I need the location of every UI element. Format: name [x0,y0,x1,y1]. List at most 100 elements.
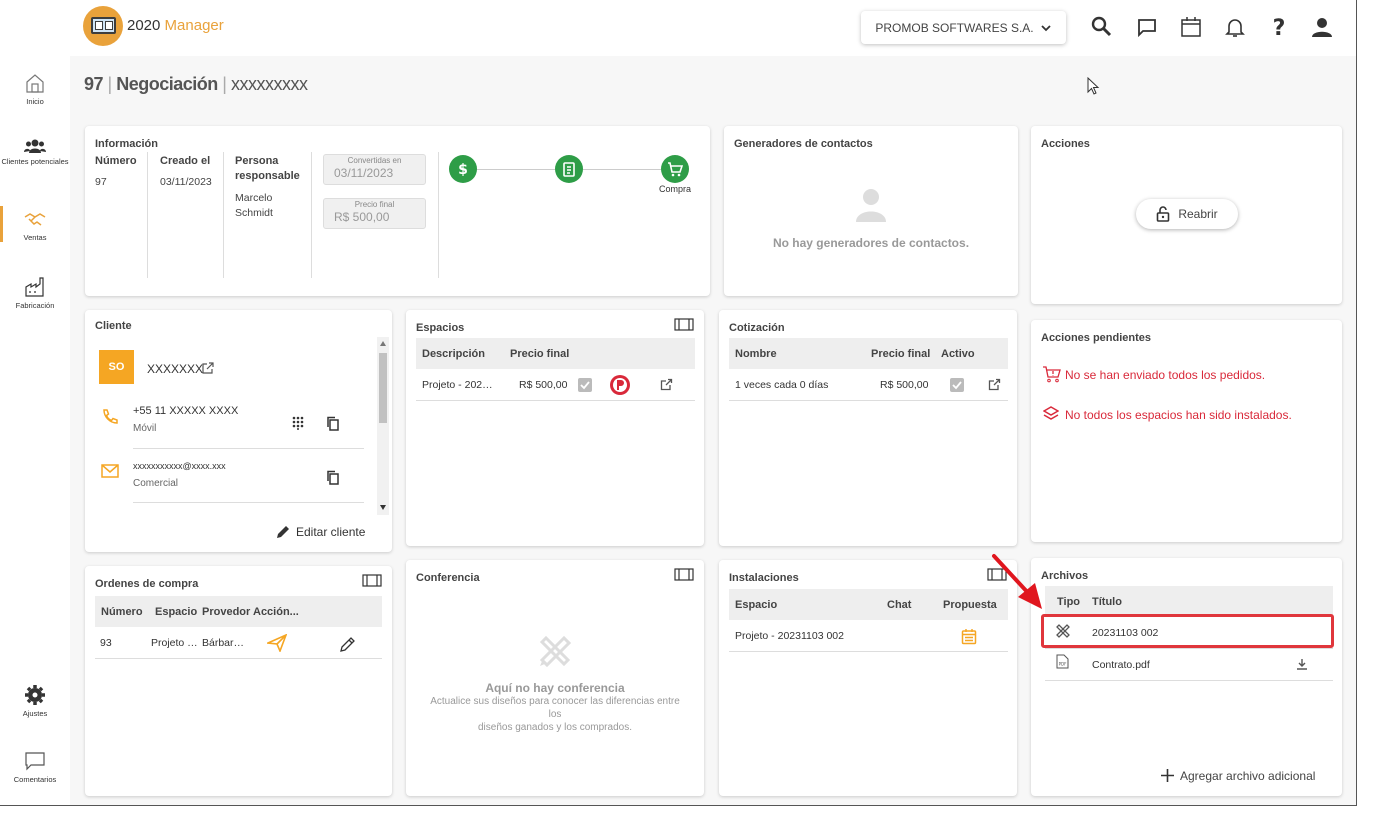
reabrir-button[interactable]: Reabrir [1136,199,1238,229]
search-icon[interactable] [1090,15,1114,39]
espacios-title: Espacios [416,322,465,334]
email-icon [101,464,119,478]
generadores-card: Generadores de contactos No hay generado… [724,126,1018,296]
generadores-title: Generadores de contactos [734,138,873,150]
col-header: Provedor [202,606,251,618]
scroll-down-icon[interactable] [380,505,386,510]
step-payment[interactable]: $ [449,155,477,183]
app-window: 2020 Manager PROMOB SOFTWARES S.A. ? Ini… [0,0,1357,806]
orden-numero: 93 [100,637,112,649]
acciones-title: Acciones [1041,138,1090,150]
precio-field: Precio final R$ 500,00 [323,198,426,229]
persona-label-1: Persona [235,155,279,167]
avatar: SO [99,350,134,384]
cliente-email-type: Comercial [133,478,179,489]
creado-label: Creado el [160,155,211,167]
table-row[interactable]: 1 veces cada 0 días R$ 500,00 [729,369,1008,401]
phone-icon [103,409,118,424]
chat-icon[interactable] [1135,15,1159,39]
clipboard-icon [563,162,575,177]
deal-type: Negociación [116,74,218,94]
conferencia-empty-line2: los [548,709,562,720]
col-header: Acción... [253,606,299,618]
external-link-icon[interactable] [201,361,215,375]
table-row[interactable]: PDF Contrato.pdf [1045,649,1333,681]
calendar-icon[interactable] [1179,15,1203,39]
user-account-icon[interactable] [1310,15,1334,39]
table-row[interactable]: Projeto - 202… R$ 500,00 [416,369,695,401]
deal-number: 97 [84,74,104,94]
sidebar-item-clientes[interactable]: Clientes potenciales [0,138,70,166]
pendiente-espacios[interactable]: No todos los espacios han sido instalado… [1065,408,1292,422]
archivos-card: Archivos Tipo Título 20231103 002 PDF Co… [1031,558,1342,796]
sidebar-item-ventas[interactable]: Ventas [0,206,70,242]
pendientes-card: Acciones pendientes No se han enviado to… [1031,320,1342,542]
cliente-card: Cliente SO XXXXXXX +55 11 XXXXX XXXX Móv… [85,310,392,552]
conferencia-card: Conferencia Aquí no hay conferencia Actu… [406,560,704,796]
columns-icon[interactable] [674,318,694,331]
copy-icon[interactable] [326,416,340,431]
app-logo[interactable] [83,6,123,46]
sidebar-item-ajustes[interactable]: Ajustes [0,684,70,718]
table-row[interactable]: Projeto - 20231103 002 [729,620,1008,652]
persona-value-2: Schmidt [235,207,273,219]
col-header: Chat [887,599,912,611]
espacios-table-header: Descripción Precio final [416,338,695,369]
columns-icon[interactable] [674,568,694,581]
espacio-descripcion: Projeto - 202… [422,379,493,391]
persona-label-2: responsable [235,170,300,182]
cotizacion-precio: R$ 500,00 [880,379,929,391]
table-row[interactable]: 93 Projeto … Bárbar… [95,627,382,659]
dialpad-icon[interactable] [292,416,304,430]
copy-icon[interactable] [326,470,340,485]
logo-prefix: 2020 [127,17,161,34]
page-title: 97 | Negociación | xxxxxxxxx [84,74,308,94]
info-title: Información [95,138,158,150]
checkbox-checked-icon[interactable] [950,378,964,392]
chevron-down-icon [1040,24,1051,31]
cliente-scrollbar[interactable] [377,337,389,515]
company-selector[interactable]: PROMOB SOFTWARES S.A. [861,11,1066,44]
step-document[interactable] [555,155,583,183]
bell-icon[interactable] [1223,15,1247,39]
send-icon[interactable] [267,634,287,652]
top-bar: 2020 Manager PROMOB SOFTWARES S.A. ? [0,0,1356,56]
sidebar-item-label: Ajustes [22,709,48,718]
conferencia-empty-title: Aquí no hay conferencia [485,681,625,695]
editar-cliente-button[interactable]: Editar cliente [296,525,365,539]
calendar-list-icon[interactable] [961,628,977,645]
step-compra-label: Compra [659,184,692,194]
app-name: 2020 Manager [127,17,224,34]
download-icon[interactable] [1296,658,1308,670]
ordenes-card: Ordenes de compra Número Espacio Provedo… [85,566,392,796]
sidebar-item-inicio[interactable]: Inicio [0,72,70,106]
ordenes-table-header: Número Espacio Provedor Acción... [95,596,382,627]
col-header: Espacio [735,599,778,611]
pendiente-pedidos[interactable]: No se han enviado todos los pedidos. [1065,368,1265,382]
scroll-up-icon[interactable] [380,341,386,346]
instalaciones-card: Instalaciones Espacio Chat Propuesta Pro… [719,560,1017,796]
step-compra[interactable] [661,155,689,183]
cart-alert-icon [1043,366,1061,383]
help-icon[interactable]: ? [1267,15,1291,39]
sidebar-item-comentarios[interactable]: Comentarios [0,750,70,784]
dollar-icon: $ [458,162,468,177]
checkbox-checked-icon[interactable] [578,378,592,392]
agregar-archivo-button[interactable]: Agregar archivo adicional [1180,769,1315,783]
gear-icon [25,685,45,705]
pencil-icon[interactable] [339,635,357,653]
sidebar-item-fabricacion[interactable]: Fabricación [0,276,70,310]
espacios-card: Espacios Descripción Precio final Projet… [406,310,704,546]
columns-icon[interactable] [362,574,382,587]
precio-value: R$ 500,00 [334,210,390,224]
pendientes-title: Acciones pendientes [1041,332,1152,344]
svg-text:PDF: PDF [1059,662,1067,667]
convertidas-value: 03/11/2023 [334,166,394,180]
external-link-icon[interactable] [988,378,1001,391]
external-link-icon[interactable] [660,378,673,391]
conferencia-title: Conferencia [416,572,480,584]
promob-logo-icon[interactable] [609,374,631,396]
scrollbar-thumb[interactable] [379,353,387,423]
conferencia-empty-line3: diseños ganados y los comprados. [478,722,632,733]
cotizacion-title: Cotización [729,322,785,334]
